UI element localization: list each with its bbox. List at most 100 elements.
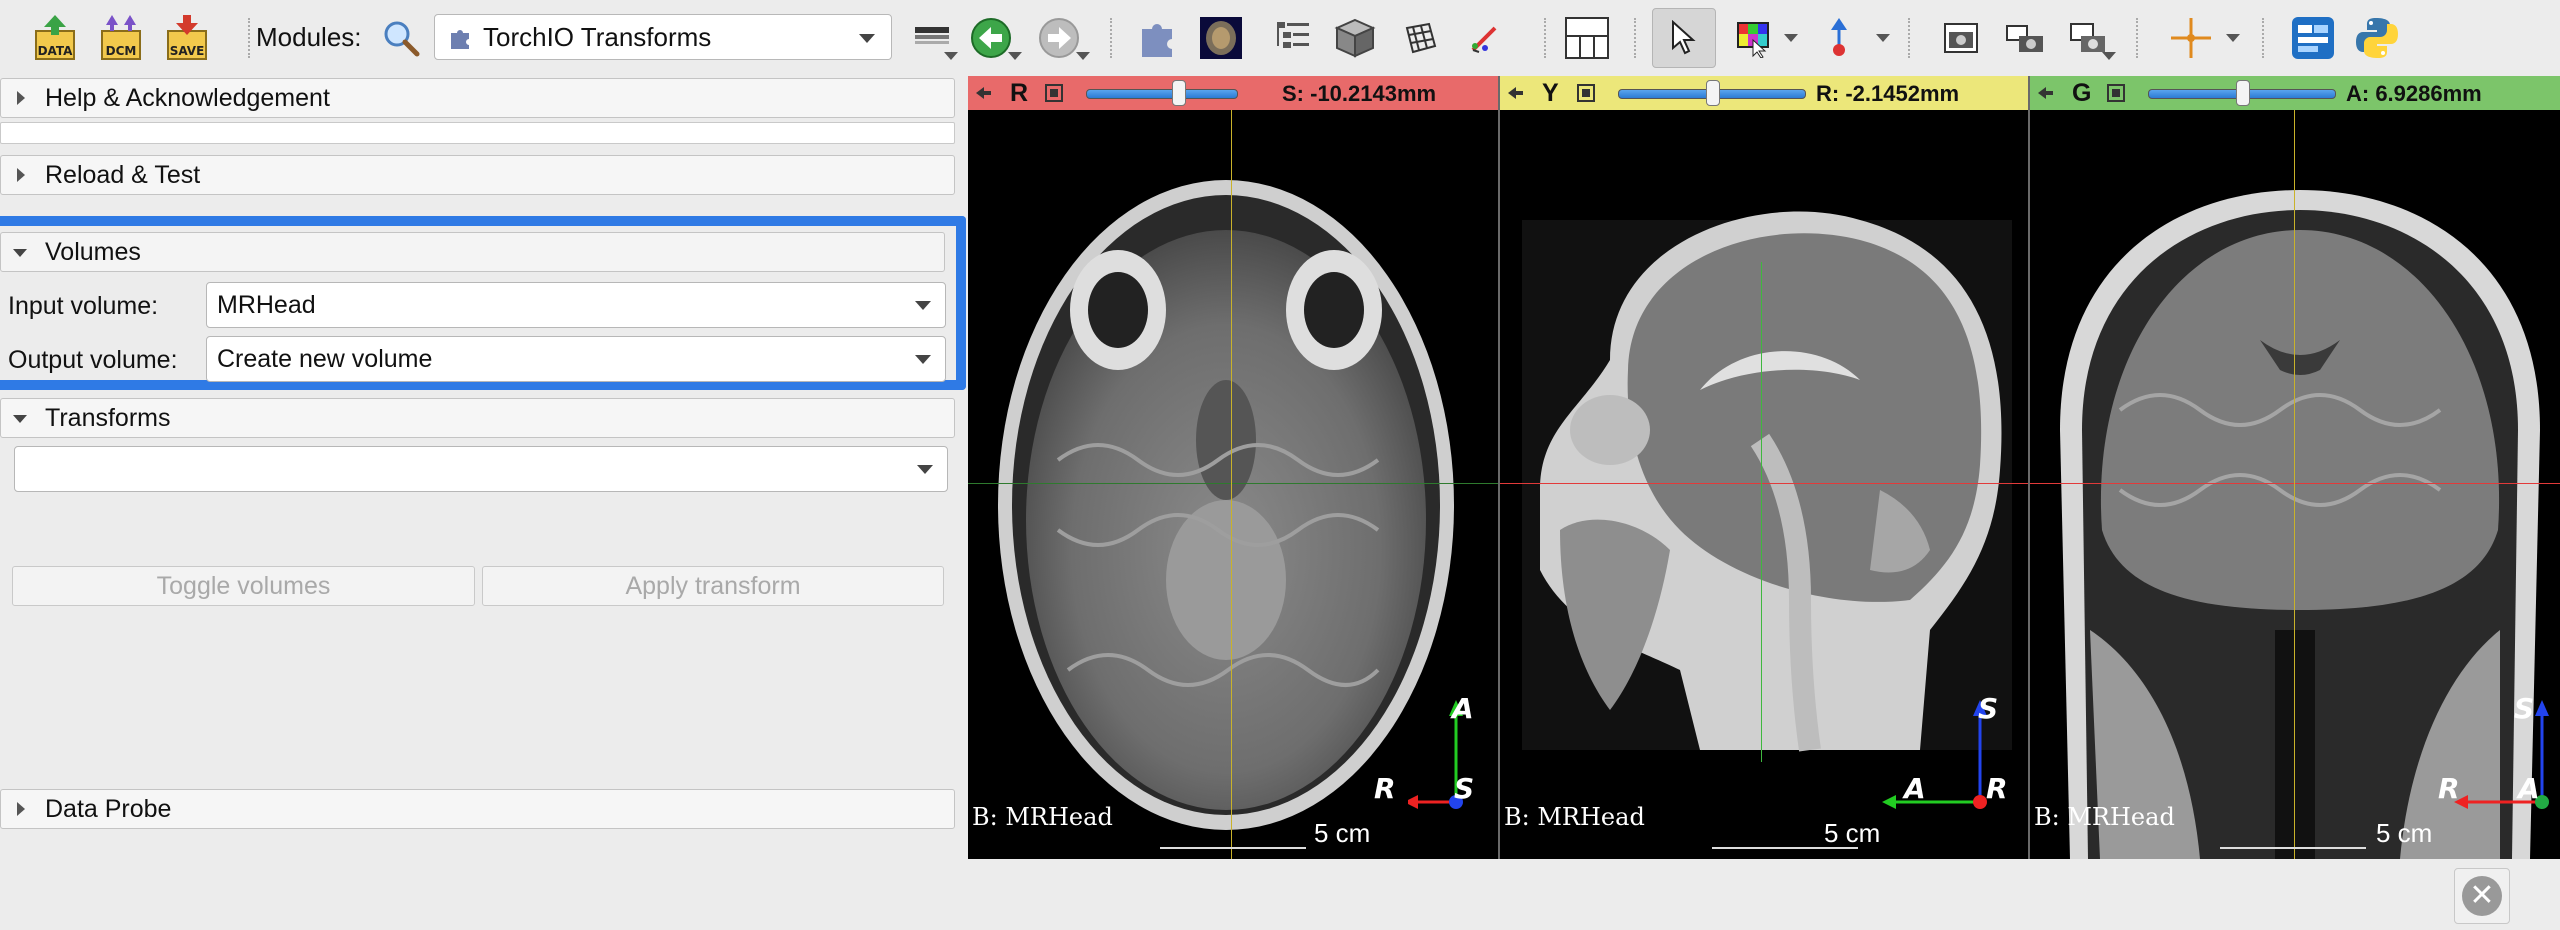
expand-arrow-icon <box>17 802 25 816</box>
extension-puzzle-icon <box>1142 24 1172 57</box>
orientation-label-anterior: A <box>1904 772 1926 805</box>
arrow-left-icon <box>971 18 1011 58</box>
volume-name-label: B: MRHead <box>1504 803 1645 831</box>
help-acknowledgement-section[interactable]: Help & Acknowledgement <box>0 78 955 118</box>
red-view-controller: R S: -10.2143mm <box>968 76 1498 110</box>
orientation-label-anterior: A <box>2518 772 2540 805</box>
module-selector[interactable]: TorchIO Transforms <box>434 14 892 60</box>
pin-icon[interactable] <box>974 84 992 102</box>
extension-manager-icon <box>2292 17 2334 59</box>
link-icon[interactable] <box>1576 83 1596 103</box>
extension-manager-button[interactable] <box>2288 10 2338 66</box>
transforms-section[interactable]: Transforms <box>0 398 955 438</box>
green-slice-view[interactable]: G A: 6.9286mm S R A B: MRHead 5 cm <box>2030 76 2560 859</box>
mouse-mode-view-transform-button[interactable] <box>1652 8 1716 68</box>
orientation-label-right: R <box>2438 772 2460 805</box>
slice-slider-thumb[interactable] <box>2236 80 2250 106</box>
link-icon[interactable] <box>1044 83 1064 103</box>
pin-icon[interactable] <box>1506 84 1524 102</box>
chevron-down-icon <box>944 52 958 60</box>
section-title: Help & Acknowledgement <box>45 83 330 112</box>
crosshair-icon <box>2171 18 2211 58</box>
window-level-icon <box>1737 22 1769 58</box>
section-title: Transforms <box>45 403 171 432</box>
window-level-button[interactable] <box>1728 10 1778 66</box>
chevron-down-icon <box>1784 34 1798 42</box>
subject-hierarchy-button[interactable] <box>1268 10 1318 66</box>
slice-slider-thumb[interactable] <box>1172 80 1186 106</box>
pin-icon[interactable] <box>2036 84 2054 102</box>
save-button[interactable]: SAVE <box>162 10 212 66</box>
cube-icon <box>1334 18 1376 58</box>
transform-selector[interactable] <box>14 446 948 492</box>
toolbar-separator <box>1634 18 1638 58</box>
place-fiducial-button[interactable] <box>1814 10 1864 66</box>
data-module-button[interactable] <box>1196 10 1246 66</box>
slice-slider-thumb[interactable] <box>1706 80 1720 106</box>
orientation-label-superior: S <box>2514 692 2535 725</box>
screen-capture-button[interactable] <box>1936 10 1986 66</box>
crosshair-horizontal <box>1500 483 2028 484</box>
input-volume-label: Input volume: <box>8 292 159 320</box>
volume-name-label: B: MRHead <box>2034 803 2175 831</box>
scale-bar-label: 5 cm <box>1314 818 1371 848</box>
toggle-volumes-button[interactable]: Toggle volumes <box>12 566 475 606</box>
orientation-marker <box>2454 700 2549 809</box>
output-volume-selector[interactable]: Create new volume <box>206 336 946 382</box>
transforms-module-button[interactable] <box>1396 10 1446 66</box>
error-log-button[interactable]: ✕ <box>2454 868 2510 924</box>
yellow-slice-view[interactable]: Y R: -2.1452mm S A R B: MRHead 5 cm <box>1500 76 2028 859</box>
scale-bar-label: 5 cm <box>1824 818 1881 848</box>
volumes-section[interactable]: Volumes <box>0 232 945 272</box>
section-title: Reload & Test <box>45 160 201 189</box>
view-letter: Y <box>1542 79 1559 107</box>
toolbar-separator <box>1110 18 1114 58</box>
scale-bar <box>2220 831 2366 849</box>
orientation-label-superior: S <box>1454 772 1475 805</box>
toolbar-separator <box>1908 18 1912 58</box>
load-data-button[interactable]: DATA <box>30 10 80 66</box>
reload-test-section[interactable]: Reload & Test <box>0 155 955 195</box>
svg-text:DATA: DATA <box>38 44 74 58</box>
search-icon <box>384 21 420 57</box>
markups-button[interactable] <box>1460 10 1510 66</box>
fiducial-pin-icon <box>1831 18 1847 56</box>
extensions-button[interactable] <box>1134 10 1184 66</box>
save-icon: SAVE <box>167 15 207 60</box>
volume-name-label: B: MRHead <box>972 803 1113 831</box>
load-data-icon: DATA <box>35 15 75 60</box>
module-panel: Help & Acknowledgement Reload & Test Vol… <box>0 76 966 930</box>
scale-bar-label: 5 cm <box>2376 818 2433 848</box>
data-probe-section[interactable]: Data Probe <box>0 789 955 829</box>
crosshair-button[interactable] <box>2166 10 2216 66</box>
scene-view-capture-button[interactable] <box>2000 10 2050 66</box>
section-title: Data Probe <box>45 794 172 823</box>
chevron-down-icon <box>2226 34 2240 42</box>
cursor-arrow-icon <box>1672 20 1696 55</box>
input-volume-selector[interactable]: MRHead <box>206 282 946 328</box>
chevron-down-icon <box>859 34 875 43</box>
load-dicom-button[interactable]: DCM <box>96 10 146 66</box>
layout-button[interactable] <box>1562 10 1612 66</box>
svg-text:DCM: DCM <box>106 44 137 58</box>
camera-icon <box>1944 23 1978 53</box>
crosshair-horizontal <box>968 483 1498 484</box>
volume-rendering-button[interactable] <box>1330 10 1380 66</box>
camera-scene-icon <box>2006 25 2043 52</box>
green-view-controller: G A: 6.9286mm <box>2030 76 2560 110</box>
chevron-down-icon <box>917 465 933 474</box>
scale-bar <box>1160 831 1306 849</box>
grid-transform-icon <box>1405 22 1437 54</box>
yellow-view-controller: Y R: -2.1452mm <box>1500 76 2028 110</box>
link-icon[interactable] <box>2106 83 2126 103</box>
apply-transform-button[interactable]: Apply transform <box>482 566 944 606</box>
chevron-down-icon <box>915 355 931 364</box>
slice-slider-track[interactable] <box>1086 89 1238 99</box>
python-console-button[interactable] <box>2352 10 2402 66</box>
orientation-label-right: R <box>1374 772 1396 805</box>
slice-offset-readout: S: -10.2143mm <box>1282 81 1437 106</box>
view-letter: G <box>2072 79 2092 107</box>
module-selector-value: TorchIO Transforms <box>483 21 712 52</box>
red-slice-view[interactable]: R S: -10.2143mm A R S B: MRHead 5 cm <box>968 76 1498 859</box>
module-search-button[interactable] <box>376 10 426 66</box>
